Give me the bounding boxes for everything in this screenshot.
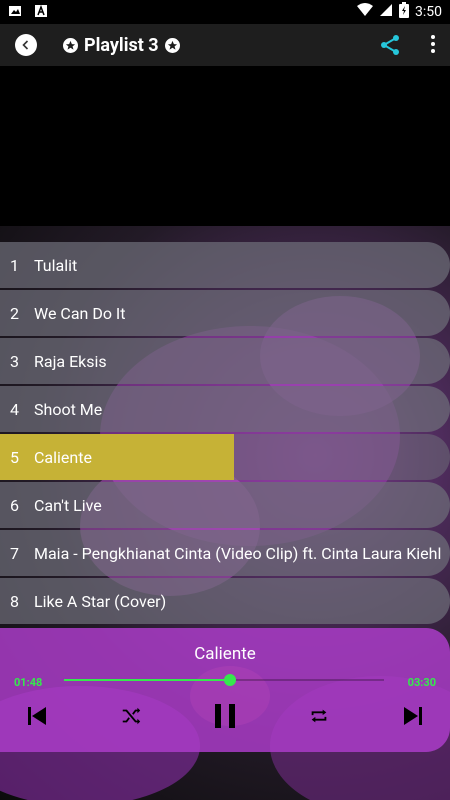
share-icon	[380, 35, 400, 60]
skip-previous-icon	[25, 704, 49, 732]
track-title: Tulalit	[34, 255, 78, 275]
track-title: Caliente	[34, 447, 92, 467]
now-playing-panel: Caliente 01:48 03:30	[0, 628, 450, 752]
video-player[interactable]	[0, 66, 450, 226]
playback-controls	[0, 700, 450, 736]
now-playing-title: Caliente	[194, 644, 256, 664]
repeat-button[interactable]	[304, 700, 334, 736]
track-row-8[interactable]: 8 Like A Star (Cover)	[0, 578, 450, 624]
track-row-3[interactable]: 3 Raja Eksis	[0, 338, 450, 384]
next-button[interactable]	[398, 700, 428, 736]
duration-time: 03:30	[407, 676, 436, 689]
app-bar: Playlist 3	[0, 24, 450, 66]
star-icon	[63, 37, 78, 53]
star-icon	[164, 37, 180, 53]
track-title: Like A Star (Cover)	[34, 591, 167, 611]
battery-icon	[399, 2, 409, 22]
track-row-2[interactable]: 2 We Can Do It	[0, 290, 450, 336]
shuffle-icon	[120, 705, 142, 731]
track-row-7[interactable]: 7 Maia - Pengkhianat Cinta (Video Clip) …	[0, 530, 450, 576]
more-vert-icon	[430, 35, 436, 58]
track-number: 6	[10, 495, 19, 515]
track-title: We Can Do It	[34, 303, 126, 323]
track-title: Raja Eksis	[34, 351, 107, 371]
track-list: 1 Tulalit 2 We Can Do It 3 Raja Eksis 4 …	[0, 242, 450, 626]
back-button[interactable]	[15, 34, 37, 56]
page-title: Playlist 3	[63, 35, 180, 56]
status-bar: 3:50	[0, 0, 450, 24]
track-row-6[interactable]: 6 Can't Live	[0, 482, 450, 528]
image-icon	[8, 3, 22, 22]
track-title: Maia - Pengkhianat Cinta (Video Clip) ft…	[34, 543, 442, 563]
track-number: 7	[10, 543, 19, 563]
track-row-5[interactable]: 5 Caliente	[0, 434, 450, 480]
track-number: 4	[10, 399, 19, 419]
playlist-title: Playlist 3	[84, 34, 159, 56]
signal-icon	[379, 3, 393, 21]
track-number: 2	[10, 303, 19, 323]
track-number: 3	[10, 351, 19, 371]
status-left	[8, 3, 48, 22]
previous-button[interactable]	[22, 700, 52, 736]
font-icon	[34, 3, 48, 22]
elapsed-time: 01:48	[14, 676, 43, 689]
skip-next-icon	[401, 704, 425, 732]
status-time: 3:50	[415, 4, 442, 20]
wifi-icon	[357, 3, 373, 21]
track-row-1[interactable]: 1 Tulalit	[0, 242, 450, 288]
track-number: 1	[10, 255, 19, 275]
repeat-icon	[308, 705, 330, 731]
share-button[interactable]	[380, 34, 400, 60]
seek-fill	[64, 679, 231, 681]
seek-bar[interactable]	[64, 674, 384, 686]
more-options-button[interactable]	[430, 34, 436, 58]
pause-button[interactable]	[208, 700, 242, 736]
pause-icon	[212, 702, 238, 734]
track-row-4[interactable]: 4 Shoot Me	[0, 386, 450, 432]
chevron-left-icon	[20, 36, 32, 55]
status-right: 3:50	[357, 2, 442, 22]
track-title: Shoot Me	[34, 399, 103, 419]
track-number: 8	[10, 591, 19, 611]
seek-thumb[interactable]	[224, 674, 237, 686]
shuffle-button[interactable]	[116, 700, 146, 736]
track-number: 5	[10, 447, 19, 467]
track-title: Can't Live	[34, 495, 102, 515]
